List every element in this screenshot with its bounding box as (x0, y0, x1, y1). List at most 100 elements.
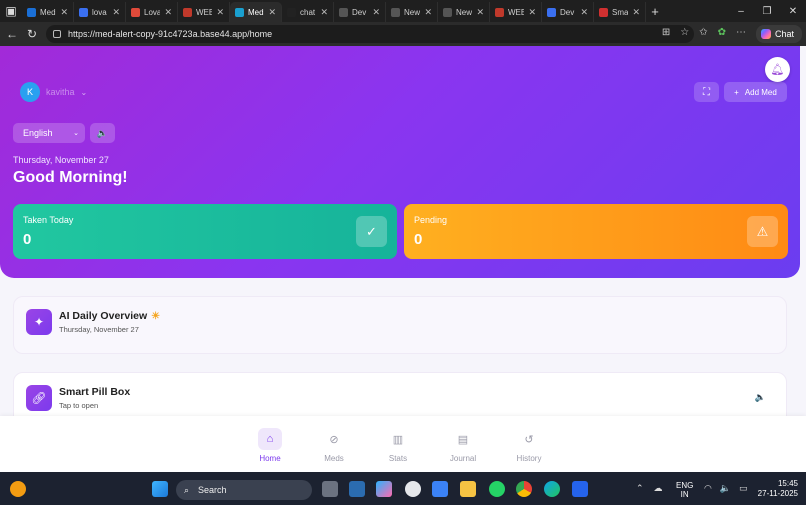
url-field[interactable]: https://med-alert-copy-91c4723a.base44.a… (46, 25, 694, 43)
chevron-down-icon: ⌄ (80, 87, 88, 97)
tab-actions-icon[interactable]: ▣ (0, 4, 22, 18)
browser-tab[interactable]: New ✕ (386, 2, 438, 22)
tab-favicon-icon (547, 7, 556, 17)
browser-tab[interactable]: WEB ✕ (490, 2, 542, 22)
address-bar-row: ← ↻ https://med-alert-copy-91c4723a.base… (0, 22, 806, 46)
taken-label: Taken Today (23, 215, 74, 225)
status-icons[interactable]: ◠ 🔈 ▭ (704, 483, 748, 494)
sparkles-icon: ✦ (26, 309, 52, 335)
browser-tab[interactable]: Sma ✕ (594, 2, 646, 22)
close-tab-icon[interactable]: ✕ (268, 7, 276, 18)
close-tab-icon[interactable]: ✕ (580, 7, 588, 18)
tab-favicon-icon (131, 7, 140, 17)
close-tab-icon[interactable]: ✕ (372, 7, 380, 18)
copilot-chat-button[interactable]: Chat (756, 25, 802, 43)
refresh-button[interactable]: ↻ (22, 27, 42, 41)
plus-icon: + (734, 87, 739, 97)
close-tab-icon[interactable]: ✕ (164, 7, 172, 18)
minimize-button[interactable]: – (728, 6, 754, 17)
nav-item-journal[interactable]: ▤ Journal (443, 428, 483, 464)
copilot-icon (761, 29, 771, 39)
browser-tab[interactable]: chat ✕ (282, 2, 334, 22)
tab-favicon-icon (599, 7, 608, 17)
close-tab-icon[interactable]: ✕ (112, 7, 120, 18)
bell-icon: 🔔︎ (770, 64, 785, 76)
bottom-navigation: ⌂ Home ⊘ Meds ▥ Stats ▤ Journal ↺ History (0, 416, 806, 472)
bar-chart-icon: ▥ (392, 433, 404, 446)
extension-icon[interactable]: ✿ (718, 27, 726, 38)
teams-app-icon[interactable] (572, 481, 588, 497)
tab-favicon-icon (391, 7, 400, 17)
browser-tab[interactable]: Med ✕ (230, 2, 282, 22)
pending-card[interactable]: Pending 0 ⚠ (404, 204, 788, 259)
taken-today-card[interactable]: Taken Today 0 ✓ (13, 204, 397, 259)
browser-tab-bar: ▣ Med ✕ lova ✕ Lova ✕ WEB ✕ Med ✕ chat ✕ Dev ✕ New ✕ New… (0, 0, 806, 22)
restore-button[interactable]: ❐ (754, 6, 780, 17)
browser-tab[interactable]: Lova ✕ (126, 2, 178, 22)
chevron-up-icon[interactable]: ⌃ (636, 483, 644, 494)
book-icon: ▤ (457, 433, 469, 446)
user-menu[interactable]: K kavitha ⌄ (20, 82, 87, 102)
browser-tab[interactable]: New ✕ (438, 2, 490, 22)
favorites-icon[interactable]: ✩ (699, 27, 707, 38)
ai-overview-date: Thursday, November 27 (59, 325, 139, 334)
close-tab-icon[interactable]: ✕ (632, 7, 640, 18)
cloud-icon[interactable]: ☁ (654, 483, 663, 494)
app-icon[interactable]: ⊞ (662, 27, 670, 38)
lock-icon (53, 30, 61, 38)
clock[interactable]: 15:45 27-11-2025 (758, 479, 798, 499)
volume-icon: 🔈 (719, 483, 732, 493)
language-select[interactable]: English ⌄ (13, 123, 85, 143)
chevron-down-icon: ⌄ (73, 130, 79, 137)
check-icon: ✓ (356, 216, 387, 247)
nav-item-meds[interactable]: ⊘ Meds (314, 428, 354, 464)
notification-bell-button[interactable]: 🔔︎ (765, 57, 790, 82)
close-tab-icon[interactable]: ✕ (528, 7, 536, 18)
pill-icon: ⊘ (329, 433, 339, 446)
start-button[interactable] (152, 481, 168, 497)
file-explorer-icon[interactable] (460, 481, 476, 497)
nav-item-home[interactable]: ⌂ Home (250, 428, 290, 463)
browser-tab[interactable]: lova ✕ (74, 2, 126, 22)
add-med-button[interactable]: + Add Med (724, 82, 787, 102)
close-tab-icon[interactable]: ✕ (476, 7, 484, 18)
browser-tab[interactable]: WEB ✕ (178, 2, 230, 22)
close-tab-icon[interactable]: ✕ (216, 7, 224, 18)
nav-item-stats[interactable]: ▥ Stats (378, 428, 418, 464)
system-tray: ⌃ ☁ (636, 483, 663, 494)
speaker-icon[interactable]: 🔈 (755, 392, 766, 403)
chatgpt-app-icon[interactable] (405, 481, 421, 497)
task-view-icon[interactable] (322, 481, 338, 497)
ai-daily-overview-card[interactable]: ✦ AI Daily Overview ☀ Thursday, November … (13, 296, 787, 354)
weather-widget-icon[interactable] (10, 481, 26, 497)
voice-button[interactable]: 🔈 (90, 123, 115, 143)
menu-dots-icon[interactable]: ⋯ (736, 27, 746, 38)
battery-icon: ▭ (739, 483, 748, 493)
edge-icon[interactable] (544, 481, 560, 497)
close-tab-icon[interactable]: ✕ (424, 7, 432, 18)
close-tab-icon[interactable]: ✕ (60, 7, 68, 18)
copilot-app-icon[interactable] (376, 481, 392, 497)
nav-item-history[interactable]: ↺ History (509, 428, 549, 464)
favorite-star-icon[interactable]: ☆ (680, 27, 689, 38)
browser-tab[interactable]: Dev ✕ (334, 2, 386, 22)
whatsapp-icon[interactable] (489, 481, 505, 497)
back-button[interactable]: ← (2, 27, 22, 41)
tab-favicon-icon (495, 7, 504, 17)
browser-tab[interactable]: Med ✕ (22, 2, 74, 22)
close-tab-icon[interactable]: ✕ (320, 7, 328, 18)
link-icon: 🔗︎ (26, 385, 52, 411)
store-app-icon[interactable] (432, 481, 448, 497)
speaker-icon: 🔈 (96, 127, 109, 138)
new-tab-button[interactable]: + (646, 4, 664, 19)
language-indicator[interactable]: ENG IN (676, 481, 693, 499)
greeting: Good Morning! (13, 169, 128, 186)
browser-tab[interactable]: Dev ✕ (542, 2, 594, 22)
close-window-button[interactable]: ✕ (780, 6, 806, 17)
taskbar-search[interactable]: ⌕ Search (176, 480, 312, 500)
fullscreen-button[interactable]: ⛶ (694, 82, 719, 102)
chrome-icon[interactable] (516, 481, 532, 497)
widgets-app-icon[interactable] (349, 481, 365, 497)
pill-box-title: Smart Pill Box (59, 386, 131, 398)
taken-count: 0 (23, 231, 32, 248)
